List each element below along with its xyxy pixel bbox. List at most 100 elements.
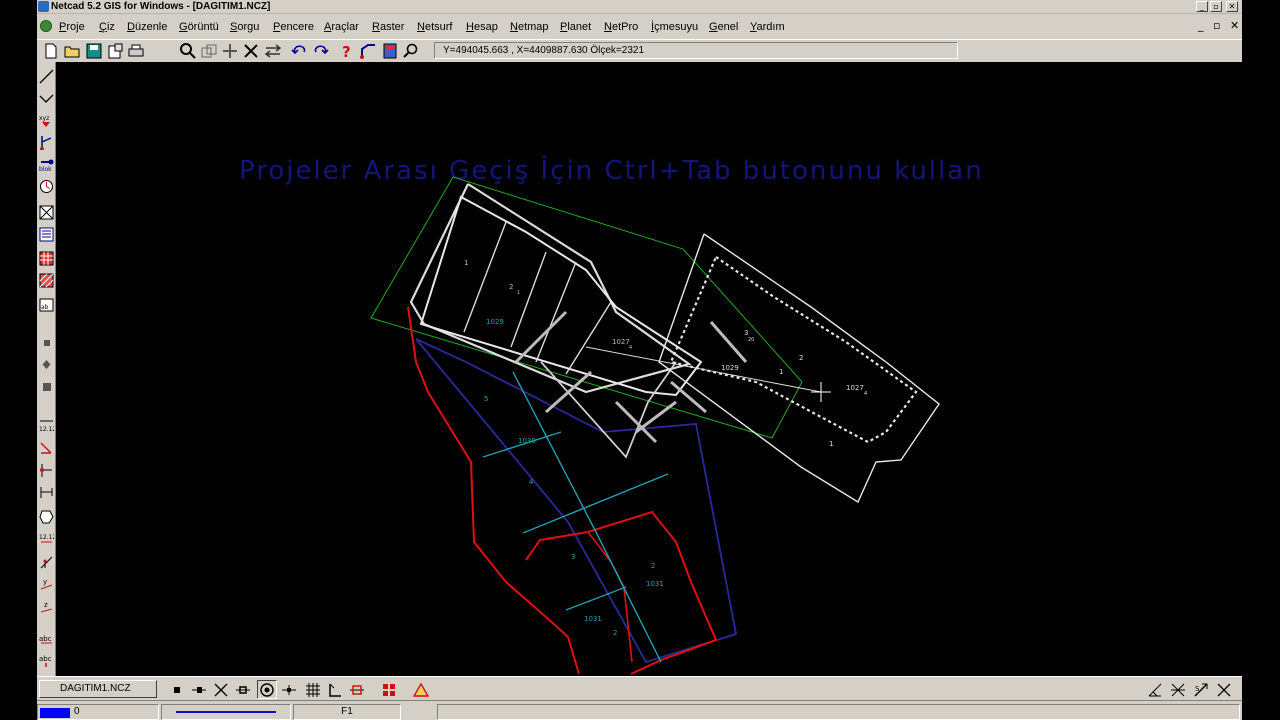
mdi-close-button[interactable]: ✕ bbox=[1230, 20, 1239, 32]
svg-text:abc: abc bbox=[39, 655, 52, 663]
line-type-cell[interactable] bbox=[161, 704, 291, 720]
drawing-canvas[interactable]: Projeler Arası Geçiş İçin Ctrl+Tab buton… bbox=[56, 62, 1242, 676]
square-point-large-icon[interactable] bbox=[38, 376, 55, 396]
hatch-icon[interactable] bbox=[38, 270, 55, 290]
grid-icon[interactable] bbox=[38, 248, 55, 268]
ortho-icon[interactable] bbox=[325, 680, 345, 699]
undo-icon[interactable] bbox=[289, 41, 309, 61]
project-switch-message: Projeler Arası Geçiş İçin Ctrl+Tab buton… bbox=[239, 154, 984, 186]
block-icon[interactable]: blok bbox=[38, 154, 55, 174]
snap-center-icon[interactable] bbox=[257, 680, 277, 699]
label-ab-icon[interactable]: ab bbox=[38, 294, 55, 314]
polyline-icon[interactable] bbox=[358, 41, 378, 61]
snap-tangent-icon[interactable] bbox=[347, 680, 367, 699]
new-file-icon[interactable] bbox=[41, 41, 61, 61]
open-folder-icon[interactable] bbox=[62, 41, 82, 61]
yx-axis-icon[interactable]: y bbox=[38, 574, 55, 594]
measure-angle-icon[interactable] bbox=[1145, 680, 1165, 699]
pan-icon[interactable] bbox=[220, 41, 240, 61]
parcel-label: 3 bbox=[571, 553, 575, 561]
text-abc-icon[interactable]: abc bbox=[38, 628, 55, 648]
zoom-icon[interactable] bbox=[178, 41, 198, 61]
parcel-label: 1029 bbox=[486, 318, 504, 326]
minimize-button[interactable]: _ bbox=[1196, 1, 1208, 12]
extend-icon[interactable] bbox=[38, 482, 55, 502]
rotate-scale-icon[interactable]: S bbox=[1191, 680, 1211, 699]
left-letterbox bbox=[0, 0, 37, 720]
coordinate-label-icon[interactable]: 12.12 bbox=[38, 530, 55, 550]
parcel-label: 1 bbox=[829, 440, 833, 448]
menu-ciz[interactable]: Çiz bbox=[99, 20, 115, 34]
warning-triangle-icon[interactable] bbox=[411, 680, 431, 699]
window-title: Netcad 5.2 GIS for Windows - [DAGITIM1.N… bbox=[51, 1, 271, 12]
calculator-icon[interactable] bbox=[380, 41, 400, 61]
document-tab[interactable]: DAGITIM1.NCZ bbox=[39, 680, 157, 698]
menu-sorgu[interactable]: Sorgu bbox=[230, 20, 259, 34]
snap-nearest-icon[interactable] bbox=[233, 680, 253, 699]
menu-hesap[interactable]: Hesap bbox=[466, 20, 498, 34]
save-as-icon[interactable] bbox=[105, 41, 125, 61]
menu-araclar[interactable]: Araçlar bbox=[324, 20, 359, 34]
zoom-window-icon[interactable] bbox=[199, 41, 219, 61]
document-gear-icon[interactable] bbox=[40, 20, 52, 32]
menu-yardim[interactable]: Yardım bbox=[750, 20, 785, 34]
polygon-area-icon[interactable] bbox=[38, 506, 55, 526]
save-icon[interactable] bbox=[84, 41, 104, 61]
parcel-label: 1031 bbox=[646, 580, 664, 588]
text-edit-abc-icon[interactable]: abc bbox=[38, 650, 55, 670]
help-icon[interactable]: ? bbox=[337, 41, 357, 61]
offset-icon[interactable] bbox=[38, 460, 55, 480]
snap-endpoint-icon[interactable] bbox=[167, 680, 187, 699]
square-point-icon[interactable] bbox=[38, 332, 55, 352]
parcel-subscript: 1 bbox=[517, 290, 520, 296]
z-elevation-icon[interactable]: z bbox=[38, 596, 55, 616]
parcel-label: 3 bbox=[744, 329, 748, 337]
text-block-icon[interactable] bbox=[38, 224, 55, 244]
svg-text:y: y bbox=[43, 578, 47, 586]
trim-icon[interactable] bbox=[241, 41, 261, 61]
query-zoom-icon[interactable] bbox=[401, 41, 421, 61]
angle-icon[interactable] bbox=[38, 438, 55, 458]
node-edit-icon[interactable] bbox=[38, 132, 55, 152]
redo-icon[interactable] bbox=[311, 41, 331, 61]
menu-goruntu[interactable]: Görüntü bbox=[179, 20, 219, 34]
close-button[interactable]: ✕ bbox=[1226, 1, 1238, 12]
toggle-split-icon[interactable] bbox=[1214, 680, 1234, 699]
svg-text:blok: blok bbox=[39, 166, 52, 172]
svg-text:ab: ab bbox=[41, 304, 49, 311]
menu-netmap[interactable]: Netmap bbox=[510, 20, 549, 34]
snap-perpendicular-icon[interactable] bbox=[279, 680, 299, 699]
menu-netsurf[interactable]: Netsurf bbox=[417, 20, 452, 34]
menu-genel[interactable]: Genel bbox=[709, 20, 738, 34]
move-arrows-icon[interactable] bbox=[263, 41, 283, 61]
menu-raster[interactable]: Raster bbox=[372, 20, 404, 34]
status-message-cell bbox=[437, 704, 1240, 720]
frame-icon[interactable] bbox=[38, 202, 55, 222]
perpendicular-icon[interactable] bbox=[38, 552, 55, 572]
clock-icon[interactable] bbox=[38, 176, 55, 196]
snap-midpoint-icon[interactable] bbox=[189, 680, 209, 699]
menu-proje[interactable]: Proje bbox=[59, 20, 85, 34]
snap-intersection-icon[interactable] bbox=[211, 680, 231, 699]
coordinate-readout: Y=494045.663 , X=4409887.630 Ölçek=2321 bbox=[434, 42, 958, 59]
restore-button[interactable]: ▫ bbox=[1210, 1, 1222, 12]
trim-crossing-icon[interactable] bbox=[1168, 680, 1188, 699]
menu-planet[interactable]: Planet bbox=[560, 20, 591, 34]
layer-color-cell[interactable]: 0 bbox=[37, 704, 159, 720]
menu-netpro[interactable]: NetPro bbox=[604, 20, 638, 34]
menu-pencere[interactable]: Pencere bbox=[273, 20, 314, 34]
function-key-cell[interactable]: F1 bbox=[293, 704, 401, 720]
dimension-icon[interactable]: 12.12 bbox=[38, 414, 55, 434]
parcel-label: 1027 bbox=[612, 338, 630, 346]
mdi-minimize-button[interactable]: _ bbox=[1198, 20, 1204, 32]
diamond-point-icon[interactable] bbox=[38, 354, 55, 374]
line-icon[interactable] bbox=[38, 66, 55, 86]
point-xyz-icon[interactable]: xyz bbox=[38, 110, 55, 130]
menu-duzenle[interactable]: Düzenle bbox=[127, 20, 167, 34]
print-icon[interactable] bbox=[126, 41, 146, 61]
snap-all-icon[interactable] bbox=[379, 680, 399, 699]
menu-icmesuyu[interactable]: İçmesuyu bbox=[651, 20, 698, 34]
arc-icon[interactable] bbox=[38, 88, 55, 108]
mdi-restore-button[interactable]: ▫ bbox=[1213, 20, 1220, 32]
grid-snap-icon[interactable] bbox=[303, 680, 323, 699]
